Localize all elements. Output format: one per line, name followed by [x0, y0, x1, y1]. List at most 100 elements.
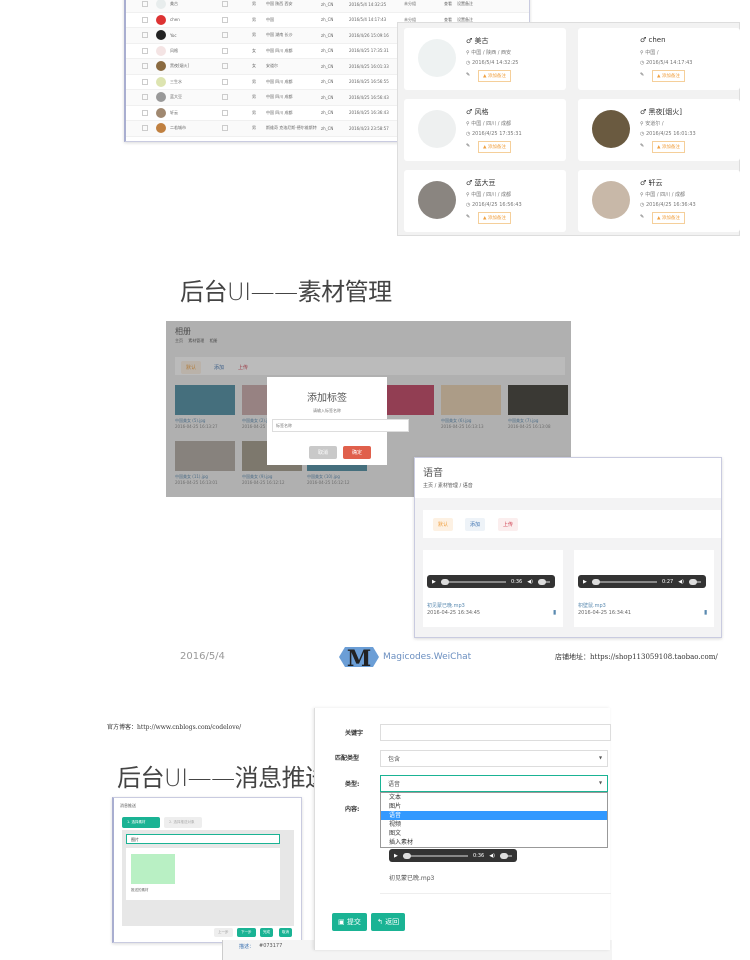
- match-type-select[interactable]: 包含: [380, 750, 608, 767]
- map-pin-icon: ⚲: [640, 121, 644, 127]
- confirm-button[interactable]: 确定: [343, 446, 372, 459]
- type-option[interactable]: 文本: [381, 793, 607, 802]
- volume-icon[interactable]: ◀): [527, 579, 533, 585]
- keyword-input[interactable]: [380, 724, 611, 741]
- set-remark-link[interactable]: 设置备注: [457, 1, 473, 7]
- cell-sex: 男: [252, 125, 256, 131]
- audio-file-name: 初见蒙已晚.mp3: [389, 875, 435, 882]
- cancel-button[interactable]: 取消: [279, 928, 292, 937]
- row-checkbox[interactable]: [222, 94, 228, 101]
- row-checkbox[interactable]: [222, 1, 228, 8]
- add-button[interactable]: 添加: [465, 518, 486, 531]
- default-button[interactable]: 默认: [433, 518, 454, 531]
- volume-slider[interactable]: [500, 852, 512, 859]
- avatar: [156, 14, 166, 25]
- type-option[interactable]: 插入素材: [381, 838, 607, 847]
- divider: [380, 893, 611, 894]
- row-checkbox[interactable]: [222, 47, 228, 54]
- play-icon[interactable]: ▶: [432, 579, 436, 585]
- volume-icon[interactable]: ◀): [489, 853, 495, 859]
- pencil-icon[interactable]: ✎: [640, 214, 644, 220]
- volume-icon[interactable]: ◀): [678, 579, 684, 585]
- submit-button[interactable]: ▣ 提交: [332, 913, 367, 931]
- row-checkbox[interactable]: [142, 16, 148, 23]
- material-type-select[interactable]: 图片: [126, 834, 280, 844]
- breadcrumb-material[interactable]: 素材管理: [438, 483, 458, 489]
- pencil-icon[interactable]: ✎: [466, 143, 470, 149]
- subscribe-time: ◷ 2016/4/25 16:56:43: [466, 202, 522, 208]
- view-link[interactable]: 查看: [444, 1, 457, 7]
- pencil-icon[interactable]: ✎: [640, 72, 644, 78]
- add-remark-button[interactable]: ▲ 添加备注: [652, 141, 685, 153]
- row-checkbox[interactable]: [222, 32, 228, 39]
- pencil-icon[interactable]: ✎: [466, 214, 470, 220]
- cell-region: 中国 陕西 西安: [266, 1, 293, 7]
- add-remark-button[interactable]: ▲ 添加备注: [478, 212, 511, 224]
- play-icon[interactable]: ▶: [394, 853, 398, 859]
- play-icon[interactable]: ▶: [583, 579, 587, 585]
- volume-slider[interactable]: [689, 578, 701, 585]
- upload-button[interactable]: 上传: [498, 518, 519, 531]
- user-card[interactable]: ♂ 美古 ⚲ 中国 / 陕西 / 西安 ◷ 2016/5/4 14:32:25 ✎ ▲ …: [404, 28, 566, 90]
- material-thumbnail[interactable]: [131, 854, 175, 884]
- add-remark-button[interactable]: ▲ 添加备注: [652, 212, 685, 224]
- blog-address[interactable]: 官方博客：http://www.cnblogs.com/codelove/: [107, 722, 241, 731]
- volume-slider[interactable]: [538, 578, 550, 585]
- tag-name-input[interactable]: [272, 419, 409, 432]
- audio-player[interactable]: ▶ 0:36 ◀): [427, 575, 555, 588]
- user-card[interactable]: ♂ 轩云 ⚲ 中国 / 四川 / 成都 ◷ 2016/4/25 16:36:43 ✎ ▲…: [578, 170, 740, 232]
- add-remark-button[interactable]: ▲ 添加备注: [478, 141, 511, 153]
- row-checkbox[interactable]: [222, 109, 228, 116]
- user-card[interactable]: ♂ chen ⚲ 中国 / ◷ 2016/5/4 14:17:43 ✎ ▲ 添加备注: [578, 28, 740, 90]
- add-tag-modal: 添加标签 请输入标签名称 取消 确定: [267, 377, 409, 465]
- next-button[interactable]: 下一步: [237, 928, 256, 937]
- row-checkbox[interactable]: [142, 63, 148, 70]
- row-checkbox[interactable]: [222, 78, 228, 85]
- user-card[interactable]: ♂ 蓝大豆 ⚲ 中国 / 四川 / 成都 ◷ 2016/4/25 16:56:43 ✎…: [404, 170, 566, 232]
- row-checkbox[interactable]: [222, 125, 228, 132]
- user-card[interactable]: ♂ 黑夜[烟火] ⚲ 安道尔 / ◷ 2016/4/25 16:01:33 ✎ ▲ 添加…: [578, 99, 740, 161]
- finish-button[interactable]: 完成: [260, 928, 273, 937]
- type-select[interactable]: 语音: [380, 775, 608, 792]
- step-2-tab[interactable]: 2. 选择推送对象: [164, 817, 202, 828]
- toolbar: 默认 添加 上传: [423, 510, 721, 538]
- type-option[interactable]: 视频: [381, 820, 607, 829]
- cancel-button[interactable]: 取消: [309, 446, 338, 459]
- prev-button[interactable]: 上一步: [214, 928, 233, 937]
- breadcrumb-home[interactable]: 主页: [423, 483, 433, 489]
- avatar: [592, 181, 630, 219]
- audio-player[interactable]: ▶ 0:27 ◀): [578, 575, 706, 588]
- voice-file-name[interactable]: 枳壁鼠.mp3: [578, 602, 606, 609]
- step-1-tab[interactable]: 1. 选择素材: [122, 817, 160, 828]
- trash-icon[interactable]: ▮: [553, 609, 556, 616]
- row-checkbox[interactable]: [142, 125, 148, 132]
- row-checkbox[interactable]: [222, 16, 228, 23]
- seek-bar[interactable]: [402, 852, 468, 859]
- pencil-icon[interactable]: ✎: [640, 143, 644, 149]
- cell-time: 2016/4/25 17:35:31: [349, 48, 389, 54]
- subscribe-time: ◷ 2016/5/4 14:17:43: [640, 60, 692, 66]
- add-remark-button[interactable]: ▲ 添加备注: [478, 70, 511, 82]
- audio-player[interactable]: ▶ 0:36 ◀): [389, 849, 517, 862]
- avatar: [156, 92, 166, 103]
- row-checkbox[interactable]: [142, 109, 148, 116]
- row-checkbox[interactable]: [222, 63, 228, 70]
- row-checkbox[interactable]: [142, 47, 148, 54]
- seek-bar[interactable]: [591, 578, 657, 585]
- type-option[interactable]: 图文: [381, 829, 607, 838]
- user-card[interactable]: ♂ 风格 ⚲ 中国 / 四川 / 成都 ◷ 2016/4/25 17:35:31 ✎ ▲…: [404, 99, 566, 161]
- shop-address[interactable]: 店铺地址：https://shop113059108.taobao.com/: [555, 652, 718, 662]
- row-checkbox[interactable]: [142, 94, 148, 101]
- pencil-icon[interactable]: ✎: [466, 72, 470, 78]
- add-remark-button[interactable]: ▲ 添加备注: [652, 70, 685, 82]
- back-button[interactable]: ↰ 返回: [371, 913, 406, 931]
- type-option[interactable]: 图片: [381, 802, 607, 811]
- row-checkbox[interactable]: [142, 32, 148, 39]
- type-option[interactable]: 语音: [381, 811, 607, 820]
- row-checkbox[interactable]: [142, 78, 148, 85]
- seek-bar[interactable]: [440, 578, 506, 585]
- tag-label: 添加备注: [487, 145, 506, 150]
- voice-file-name[interactable]: 初见蒙已晚.mp3: [427, 602, 465, 609]
- trash-icon[interactable]: ▮: [704, 609, 707, 616]
- row-checkbox[interactable]: [142, 1, 148, 8]
